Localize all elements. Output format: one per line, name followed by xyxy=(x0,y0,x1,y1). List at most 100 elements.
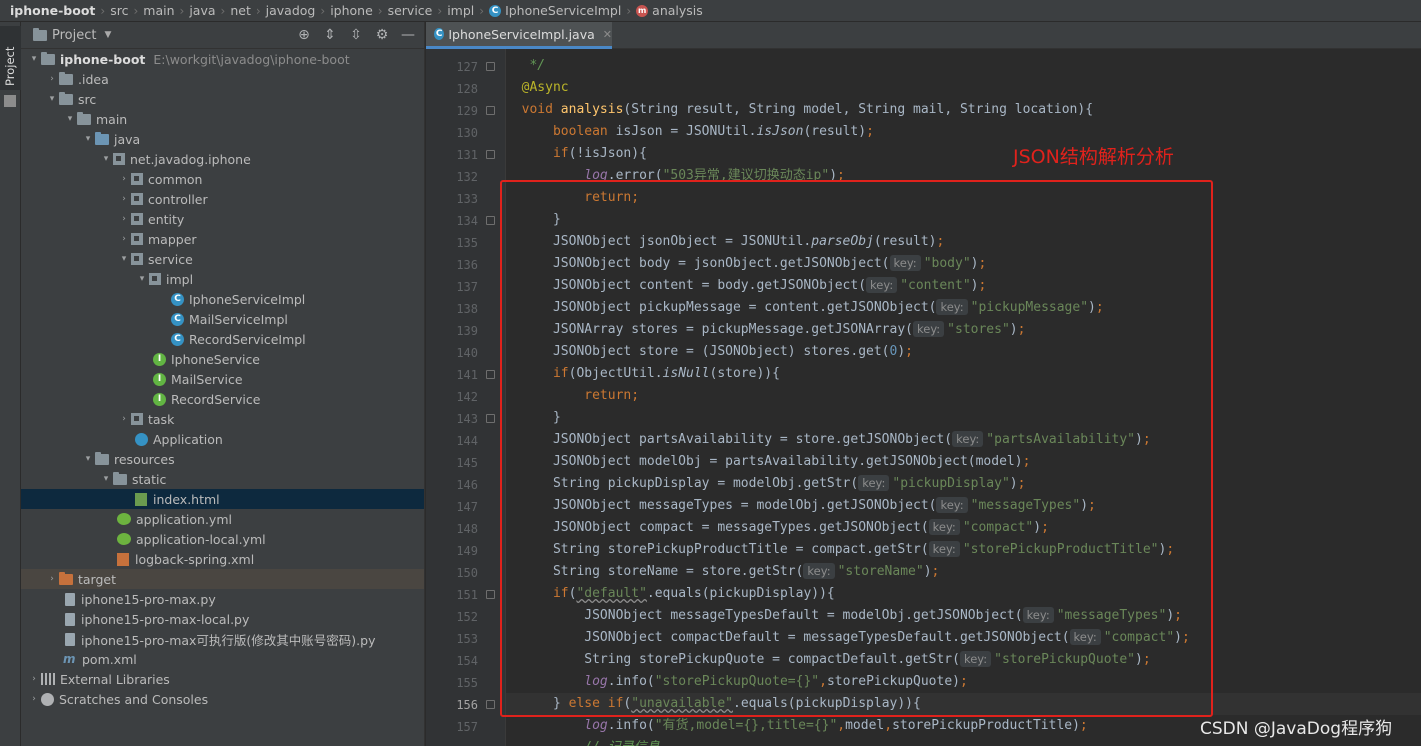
collapsed-arrow-icon[interactable]: › xyxy=(117,234,131,244)
tree-item-label: MailService xyxy=(171,371,243,387)
fold-marker-icon[interactable] xyxy=(486,370,495,379)
line-number: 130 xyxy=(456,126,478,140)
minimize-icon[interactable]: — xyxy=(400,27,416,43)
expanded-arrow-icon[interactable]: ▾ xyxy=(27,54,41,64)
project-panel-title[interactable]: Project xyxy=(52,28,96,43)
expand-all-icon[interactable]: ⇕ xyxy=(322,27,338,43)
tree-item-src[interactable]: ▾ src xyxy=(21,89,424,109)
expanded-arrow-icon[interactable]: ▾ xyxy=(99,154,113,164)
fold-marker-icon[interactable] xyxy=(486,62,495,71)
breadcrumb-src[interactable]: src xyxy=(110,3,128,18)
breadcrumb-iphone[interactable]: iphone xyxy=(330,3,373,18)
project-tool-icon[interactable] xyxy=(4,95,16,107)
tree-item-application-local-yml[interactable]: application-local.yml xyxy=(21,529,424,549)
chevron-down-icon[interactable]: ▼ xyxy=(104,30,111,40)
breadcrumb-class[interactable]: C IphoneServiceImpl xyxy=(489,3,621,18)
close-icon[interactable]: ✕ xyxy=(603,28,612,41)
tree-item-index-html[interactable]: index.html xyxy=(21,489,424,509)
tree-item-mailserviceimpl[interactable]: C MailServiceImpl xyxy=(21,309,424,329)
expanded-arrow-icon[interactable]: ▾ xyxy=(45,94,59,104)
breadcrumb-separator-icon: › xyxy=(479,3,485,18)
breadcrumb-separator-icon: › xyxy=(320,3,326,18)
fold-marker-icon[interactable] xyxy=(486,106,495,115)
tree-item-mapper[interactable]: › mapper xyxy=(21,229,424,249)
tree-item-recordserviceimpl[interactable]: C RecordServiceImpl xyxy=(21,329,424,349)
tree-item-impl[interactable]: ▾ impl xyxy=(21,269,424,289)
breadcrumb-impl[interactable]: impl xyxy=(447,3,474,18)
tree-item-label: External Libraries xyxy=(60,671,170,687)
tree-item-external-libraries[interactable]: › External Libraries xyxy=(21,669,424,689)
tree-item-iphone-boot[interactable]: ▾ iphone-boot E:\workgit\javadog\iphone-bo… xyxy=(21,49,424,69)
tree-item-controller[interactable]: › controller xyxy=(21,189,424,209)
fold-marker-icon[interactable] xyxy=(486,590,495,599)
breadcrumb-javadog[interactable]: javadog xyxy=(266,3,316,18)
breadcrumb-java[interactable]: java xyxy=(189,3,215,18)
tree-item-label: iphone15-pro-max可执行版(修改其中账号密码).py xyxy=(81,632,376,648)
tree-item-static[interactable]: ▾ static xyxy=(21,469,424,489)
tab-iphoneserviceimpl[interactable]: C IphoneServiceImpl.java ✕ xyxy=(426,22,612,49)
tree-item-package[interactable]: ▾ net.javadog.iphone xyxy=(21,149,424,169)
tree-item-idea[interactable]: › .idea xyxy=(21,69,424,89)
breadcrumb-project[interactable]: iphone-boot xyxy=(10,3,95,18)
collapsed-arrow-icon[interactable]: › xyxy=(27,694,41,704)
tree-item-recordservice[interactable]: I RecordService xyxy=(21,389,424,409)
breadcrumb-method[interactable]: m analysis xyxy=(636,3,703,18)
gear-icon[interactable]: ⚙ xyxy=(374,27,390,43)
tree-item-main[interactable]: ▾ main xyxy=(21,109,424,129)
tree-item-py-1[interactable]: iphone15-pro-max.py xyxy=(21,589,424,609)
expanded-arrow-icon[interactable]: ▾ xyxy=(135,274,149,284)
expanded-arrow-icon[interactable]: ▾ xyxy=(81,134,95,144)
tree-item-application-yml[interactable]: application.yml xyxy=(21,509,424,529)
expanded-arrow-icon[interactable]: ▾ xyxy=(99,474,113,484)
locate-icon[interactable]: ⊕ xyxy=(296,27,312,43)
tree-item-resources[interactable]: ▾ resources xyxy=(21,449,424,469)
tree-item-iphoneservice[interactable]: I IphoneService xyxy=(21,349,424,369)
navigation-breadcrumb: iphone-boot › src › main › java › net › javad… xyxy=(0,0,1421,22)
fold-marker-icon[interactable] xyxy=(486,414,495,423)
tree-item-entity[interactable]: › entity xyxy=(21,209,424,229)
tree-item-scratches[interactable]: › Scratches and Consoles xyxy=(21,689,424,709)
tree-item-target[interactable]: › target xyxy=(21,569,424,589)
tree-item-service[interactable]: ▾ service xyxy=(21,249,424,269)
collapsed-arrow-icon[interactable]: › xyxy=(117,174,131,184)
tree-item-logback-xml[interactable]: logback-spring.xml xyxy=(21,549,424,569)
tree-item-mailservice[interactable]: I MailService xyxy=(21,369,424,389)
collapsed-arrow-icon[interactable]: › xyxy=(45,74,59,84)
tree-item-py-3[interactable]: iphone15-pro-max可执行版(修改其中账号密码).py xyxy=(21,629,424,649)
fold-marker-icon[interactable] xyxy=(486,700,495,709)
line-number: 151 xyxy=(456,588,478,602)
collapsed-arrow-icon[interactable]: › xyxy=(117,214,131,224)
project-tool-label: Project xyxy=(3,46,17,86)
breadcrumb-separator-icon: › xyxy=(255,3,261,18)
breadcrumb-net[interactable]: net xyxy=(230,3,251,18)
tree-item-pom[interactable]: m pom.xml xyxy=(21,649,424,669)
tree-item-application[interactable]: Application xyxy=(21,429,424,449)
tree-item-java[interactable]: ▾ java xyxy=(21,129,424,149)
collapsed-arrow-icon[interactable]: › xyxy=(45,574,59,584)
expanded-arrow-icon[interactable]: ▾ xyxy=(117,254,131,264)
line-number: 135 xyxy=(456,236,478,250)
line-number: 145 xyxy=(456,456,478,470)
expanded-arrow-icon[interactable]: ▾ xyxy=(63,114,77,124)
class-icon: C xyxy=(434,28,445,40)
fold-marker-icon[interactable] xyxy=(486,216,495,225)
tree-item-label: impl xyxy=(166,271,194,287)
line-number: 155 xyxy=(456,676,478,690)
breadcrumb-service[interactable]: service xyxy=(388,3,433,18)
collapse-all-icon[interactable]: ⇳ xyxy=(348,27,364,43)
expanded-arrow-icon[interactable]: ▾ xyxy=(81,454,95,464)
tree-item-task[interactable]: › task xyxy=(21,409,424,429)
tree-item-common[interactable]: › common xyxy=(21,169,424,189)
fold-marker-icon[interactable] xyxy=(486,150,495,159)
line-number: 153 xyxy=(456,632,478,646)
tree-item-label: Scratches and Consoles xyxy=(59,691,209,707)
line-number: 142 xyxy=(456,390,478,404)
tree-item-iphoneserviceimpl[interactable]: C IphoneServiceImpl xyxy=(21,289,424,309)
collapsed-arrow-icon[interactable]: › xyxy=(117,414,131,424)
breadcrumb-main[interactable]: main xyxy=(143,3,174,18)
tree-item-py-2[interactable]: iphone15-pro-max-local.py xyxy=(21,609,424,629)
collapsed-arrow-icon[interactable]: › xyxy=(27,674,41,684)
project-tool-tab[interactable]: Project xyxy=(0,26,21,90)
collapsed-arrow-icon[interactable]: › xyxy=(117,194,131,204)
tree-item-label: IphoneServiceImpl xyxy=(189,291,306,307)
